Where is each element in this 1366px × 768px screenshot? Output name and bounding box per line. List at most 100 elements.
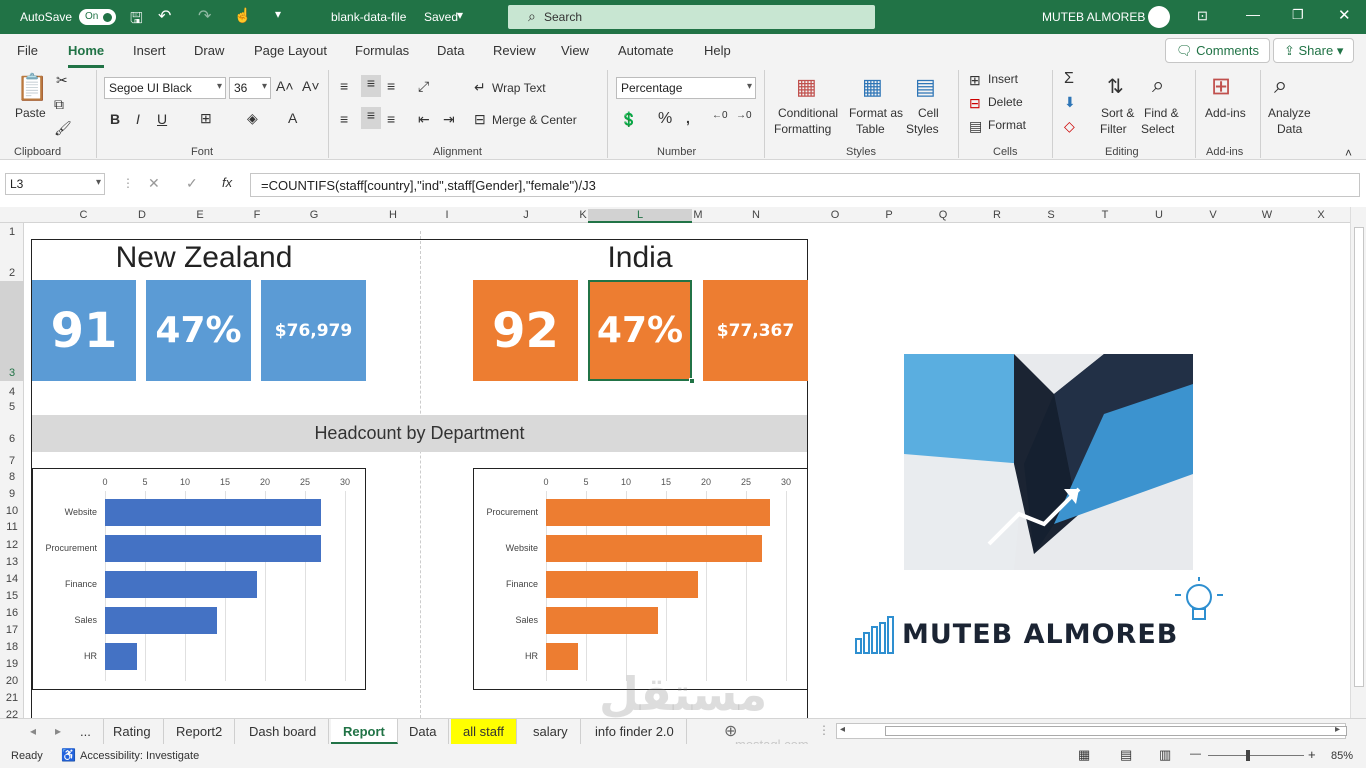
tab-page-layout[interactable]: Page Layout <box>254 43 327 58</box>
column-header[interactable]: P <box>862 209 916 221</box>
prev-sheet-icon[interactable]: ◂ <box>30 724 36 738</box>
column-header[interactable]: E <box>148 209 252 221</box>
bar[interactable] <box>105 643 137 670</box>
cell-styles-icon[interactable]: ▤ <box>915 74 936 100</box>
scroll-left-icon[interactable]: ◂ <box>840 724 845 735</box>
sheet-tab[interactable]: Report2 <box>164 719 236 744</box>
autosave-toggle[interactable]: On <box>79 9 116 25</box>
column-header[interactable]: M <box>692 209 704 221</box>
row-header[interactable]: 18 <box>0 641 24 653</box>
bar[interactable] <box>105 535 321 562</box>
search-box[interactable]: ⌕ Search <box>508 5 875 29</box>
wrap-text-icon[interactable]: ↵ <box>474 79 486 96</box>
merge-icon[interactable]: ⊟ <box>474 111 486 128</box>
bar[interactable] <box>546 499 770 526</box>
align-top-icon[interactable]: ≡ <box>340 78 348 94</box>
tab-formulas[interactable]: Formulas <box>355 43 409 58</box>
add-ins-button[interactable]: Add-ins <box>1205 106 1246 120</box>
column-header[interactable]: S <box>1024 209 1078 221</box>
share-button[interactable]: ⇪ Share ▾ <box>1273 38 1355 63</box>
row-header[interactable]: 15 <box>0 590 24 602</box>
column-header[interactable]: G <box>262 209 366 221</box>
column-header[interactable]: V <box>1186 209 1240 221</box>
row-header[interactable]: 16 <box>0 607 24 619</box>
row-header[interactable]: 21 <box>0 692 24 704</box>
delete-cells-button[interactable]: Delete <box>988 95 1023 109</box>
find-select-label[interactable]: Find & <box>1144 106 1179 120</box>
column-header[interactable]: J <box>474 209 578 221</box>
row-header[interactable]: 13 <box>0 556 24 568</box>
row-header[interactable]: 11 <box>0 521 24 533</box>
india-department-chart[interactable]: 0 5 10 15 20 25 30 Procurement Website Finance Sal… <box>473 468 808 690</box>
close-icon[interactable]: ✕ <box>1338 6 1351 24</box>
column-header[interactable]: O <box>808 209 862 221</box>
row-header[interactable]: 8 <box>0 471 24 483</box>
normal-view-icon[interactable]: ▦ <box>1078 747 1090 763</box>
analyze-data-label[interactable]: Analyze <box>1268 106 1311 120</box>
increase-indent-icon[interactable]: ⇥ <box>443 111 455 128</box>
redo-icon[interactable]: ↷ <box>198 6 211 26</box>
delete-cells-icon[interactable]: ⊟ <box>969 95 981 112</box>
row-header[interactable]: 10 <box>0 505 24 517</box>
row-header[interactable]: 17 <box>0 624 24 636</box>
name-box[interactable]: L3 <box>5 173 105 195</box>
column-header[interactable]: Q <box>916 209 970 221</box>
page-break-view-icon[interactable]: ▥ <box>1159 747 1171 763</box>
column-header[interactable]: T <box>1078 209 1132 221</box>
row-header[interactable]: 9 <box>0 488 24 500</box>
india-percent-card[interactable]: 47% <box>588 280 692 381</box>
horizontal-scrollbar[interactable]: ◂ ▸ <box>836 723 1347 739</box>
tab-splitter-icon[interactable]: ⋮ <box>818 723 830 737</box>
format-as-table-label[interactable]: Format as <box>849 106 903 120</box>
column-header[interactable]: U <box>1132 209 1186 221</box>
row-header[interactable]: 7 <box>0 455 24 467</box>
merge-center-button[interactable]: Merge & Center <box>492 113 577 127</box>
tab-file[interactable]: File <box>17 43 38 58</box>
fill-color-icon[interactable]: ◈ <box>247 110 258 127</box>
row-header[interactable]: 20 <box>0 675 24 687</box>
align-bottom-icon[interactable]: ≡ <box>387 78 395 94</box>
scroll-right-icon[interactable]: ▸ <box>1335 724 1340 735</box>
bar[interactable] <box>546 607 658 634</box>
tab-view[interactable]: View <box>561 43 589 58</box>
row-header[interactable]: 1 <box>0 226 24 238</box>
format-cells-button[interactable]: Format <box>988 118 1026 132</box>
format-as-table-label2[interactable]: Table <box>856 122 885 136</box>
collapse-ribbon-icon[interactable]: ˄ <box>1345 146 1352 160</box>
underline-button[interactable]: U <box>157 111 167 127</box>
enter-icon[interactable]: ✓ <box>186 175 198 192</box>
insert-cells-button[interactable]: Insert <box>988 72 1018 86</box>
sort-filter-label2[interactable]: Filter <box>1100 122 1127 136</box>
row-header[interactable]: 2 <box>0 267 24 279</box>
fill-handle[interactable] <box>689 378 695 384</box>
sheet-tab[interactable]: all staff <box>451 719 517 744</box>
align-center-icon[interactable]: ≡ <box>361 107 381 129</box>
sheet-tab[interactable]: Rating <box>101 719 164 744</box>
undo-icon[interactable]: ↶ <box>158 6 171 26</box>
column-header-selected[interactable]: L <box>588 209 692 223</box>
column-header[interactable]: D <box>136 209 148 221</box>
tab-review[interactable]: Review <box>493 43 536 58</box>
chevron-down-icon[interactable]: ▾ <box>457 8 463 22</box>
column-header[interactable]: C <box>24 209 143 221</box>
bar[interactable] <box>105 607 217 634</box>
row-header-selected[interactable]: 3 <box>0 281 24 381</box>
align-left-icon[interactable]: ≡ <box>340 111 348 127</box>
insert-function-icon[interactable]: fx <box>222 175 232 190</box>
tab-data[interactable]: Data <box>437 43 464 58</box>
accounting-format-icon[interactable]: 💲 <box>620 111 637 128</box>
vertical-scroll-thumb[interactable] <box>1354 227 1364 687</box>
find-select-icon[interactable]: ⌕ <box>1152 72 1164 98</box>
increase-decimal-icon[interactable]: ←0 <box>712 110 728 121</box>
row-header[interactable]: 6 <box>0 433 24 445</box>
horizontal-scroll-thumb[interactable] <box>885 726 1347 736</box>
paste-icon[interactable]: 📋 <box>16 72 48 103</box>
tab-insert[interactable]: Insert <box>133 43 166 58</box>
decrease-decimal-icon[interactable]: →0 <box>736 110 752 121</box>
row-header[interactable]: 5 <box>0 401 24 413</box>
column-header[interactable]: N <box>704 209 808 221</box>
row-header[interactable]: 12 <box>0 539 24 551</box>
next-sheet-icon[interactable]: ▸ <box>55 724 61 738</box>
cell-styles-label2[interactable]: Styles <box>906 122 939 136</box>
zoom-out-icon[interactable]: — <box>1190 748 1201 760</box>
